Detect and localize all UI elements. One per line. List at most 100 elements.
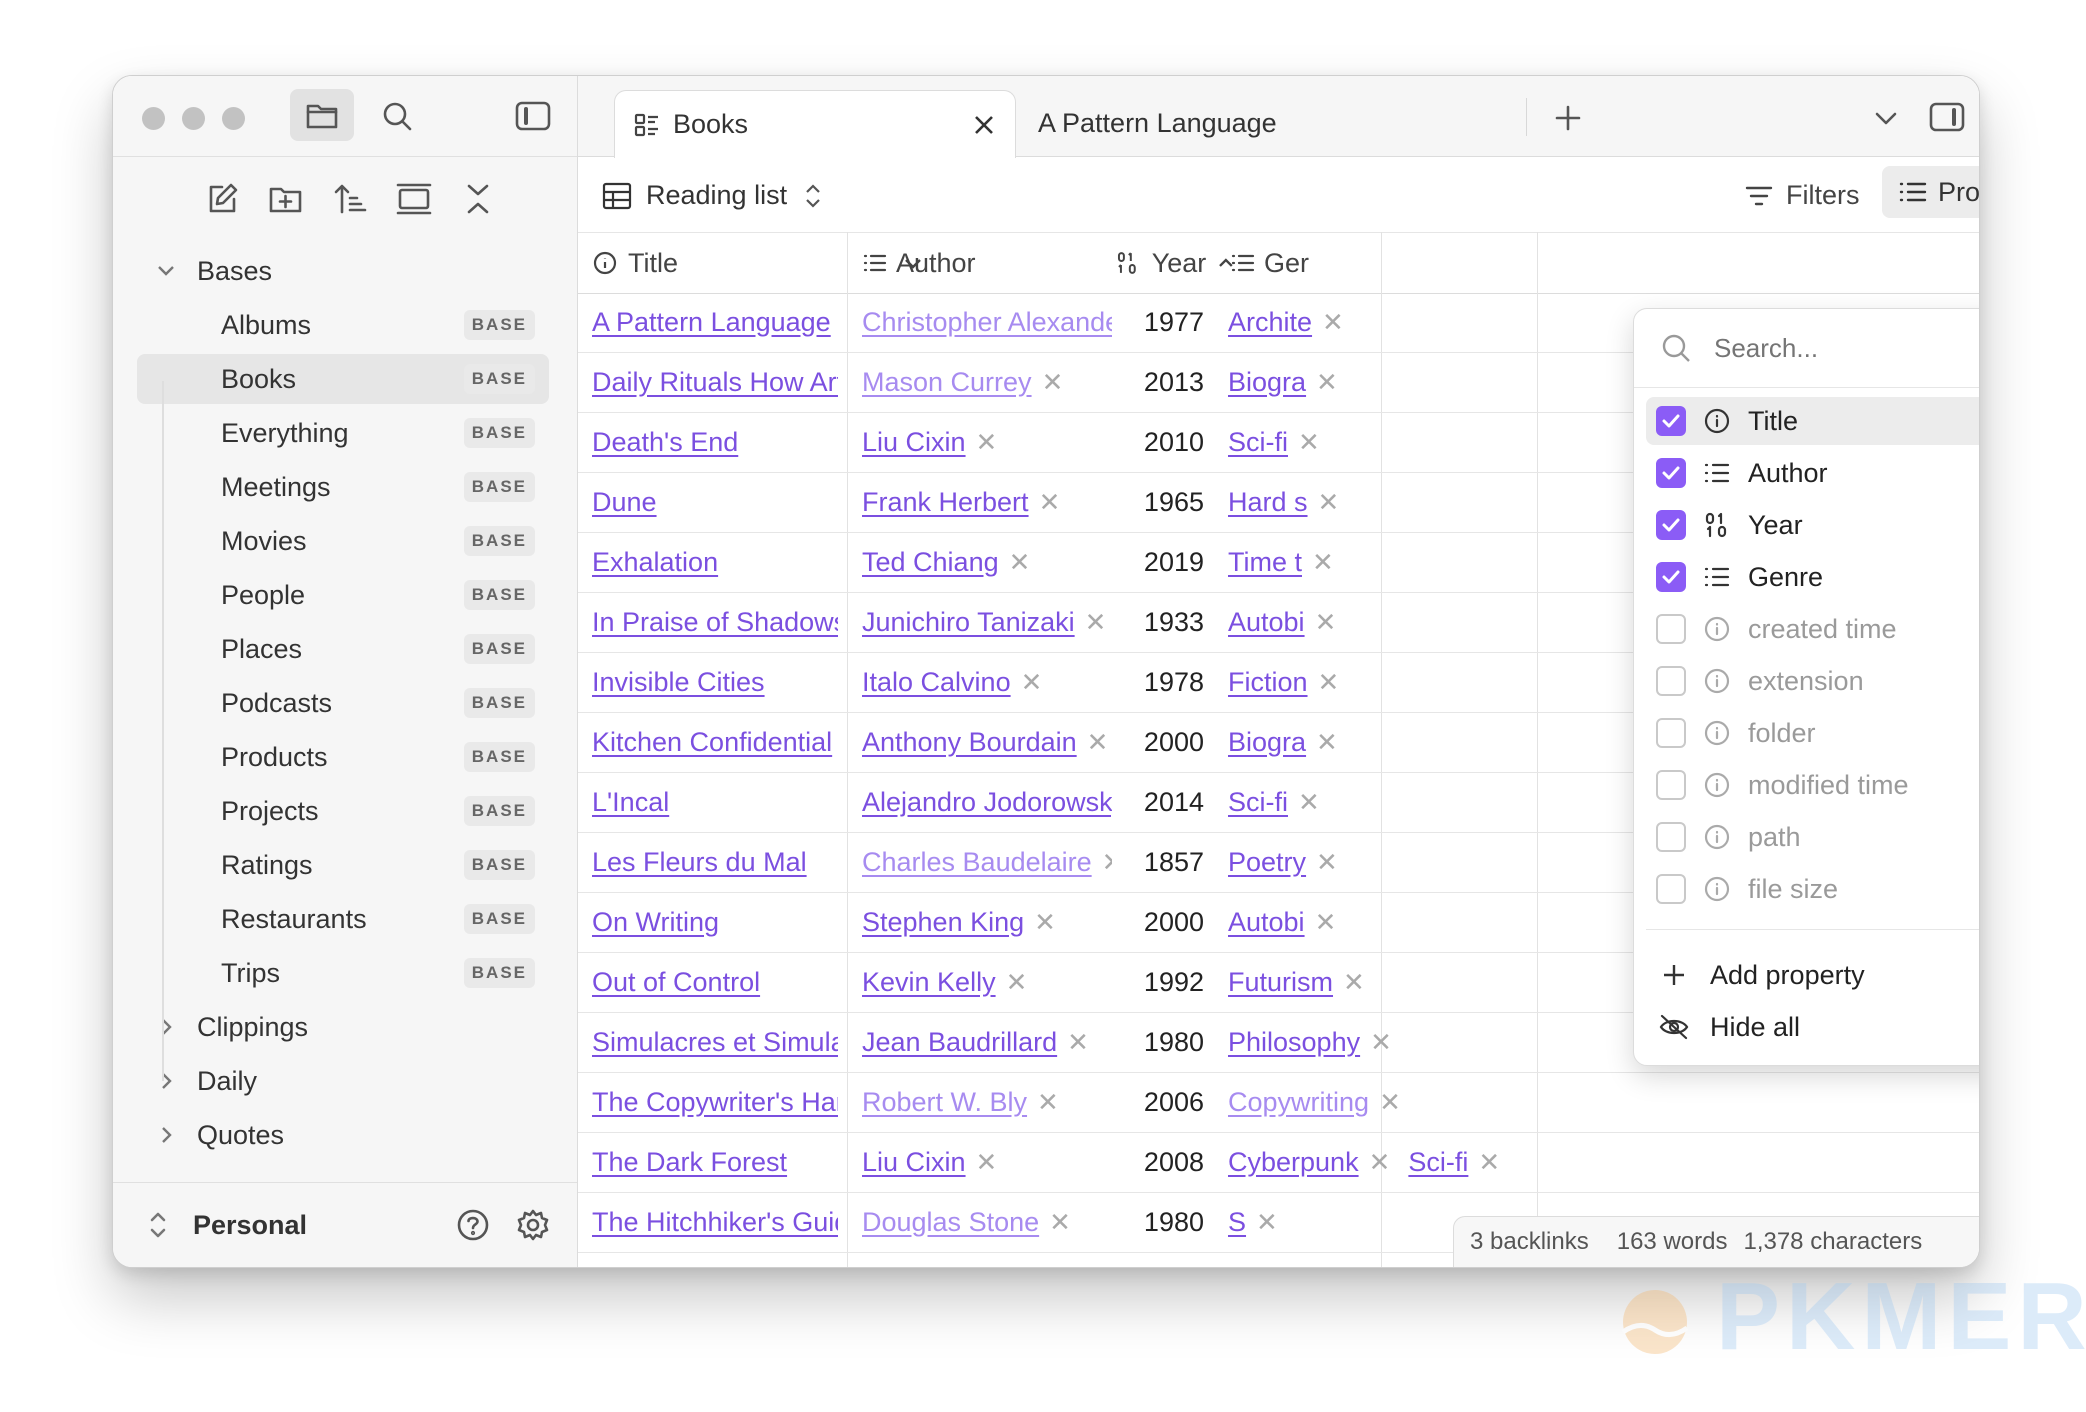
new-tab-button[interactable] [1546, 96, 1590, 140]
title-link[interactable]: Kitchen Confidential [592, 727, 832, 758]
checkbox[interactable] [1656, 458, 1686, 488]
remove-icon[interactable]: ✕ [976, 427, 998, 458]
genre-tag[interactable]: Cyberpunk [1228, 1147, 1359, 1178]
sidebar-item-products[interactable]: Products BASE [137, 732, 549, 782]
title-link[interactable]: L'Incal [592, 787, 669, 818]
author-tag[interactable]: Anthony Bourdain [862, 727, 1077, 758]
remove-icon[interactable]: ✕ [1039, 487, 1061, 518]
author-tag[interactable]: Christopher Alexander [862, 307, 1112, 338]
author-tag[interactable]: Liu Cixin [862, 427, 966, 458]
genre-tag[interactable]: Sci-fi [1228, 427, 1288, 458]
genre-tag[interactable]: Autobi [1228, 907, 1305, 938]
title-link[interactable]: Les Fleurs du Mal [592, 847, 807, 878]
author-tag[interactable]: Mason Currey [862, 367, 1032, 398]
checkbox[interactable] [1656, 718, 1686, 748]
remove-icon[interactable]: ✕ [1009, 547, 1031, 578]
view-switcher[interactable]: Reading list [602, 180, 823, 211]
tab-list-button[interactable] [1864, 96, 1908, 140]
genre-tag[interactable]: Biogra [1228, 727, 1306, 758]
new-folder-button[interactable] [261, 174, 311, 224]
remove-icon[interactable]: ✕ [1006, 967, 1028, 998]
remove-icon[interactable]: ✕ [1370, 1027, 1392, 1058]
remove-icon[interactable]: ✕ [1312, 547, 1334, 578]
tab-a-pattern-language[interactable]: A Pattern Language [1026, 90, 1406, 157]
collapse-all-button[interactable] [453, 174, 503, 224]
genre-tag[interactable]: Hard s [1228, 487, 1308, 518]
author-tag[interactable]: Frank Herbert [862, 487, 1029, 518]
vault-switcher-button[interactable] [143, 1205, 173, 1245]
remove-icon[interactable]: ✕ [1322, 307, 1344, 338]
remove-icon[interactable]: ✕ [1067, 1027, 1089, 1058]
checkbox[interactable] [1656, 874, 1686, 904]
remove-icon[interactable]: ✕ [1316, 727, 1338, 758]
property-item-path[interactable]: path [1646, 813, 1979, 861]
filters-button[interactable]: Filters [1744, 180, 1860, 211]
sort-button[interactable] [325, 174, 375, 224]
title-link[interactable]: Dune [592, 487, 657, 518]
genre-tag[interactable]: Sci-fi [1228, 787, 1288, 818]
title-link[interactable]: Death's End [592, 427, 738, 458]
genre-tag[interactable]: Time t [1228, 547, 1302, 578]
backlinks-count[interactable]: 3 backlinks [1470, 1228, 1589, 1256]
property-item-file-size[interactable]: file size [1646, 865, 1979, 913]
genre-tag[interactable]: Autobi [1228, 607, 1305, 638]
author-tag[interactable]: Ted Chiang [862, 547, 999, 578]
sidebar-item-people[interactable]: People BASE [137, 570, 549, 620]
settings-button[interactable] [511, 1203, 555, 1247]
genre-tag[interactable]: Biogra [1228, 367, 1306, 398]
title-link[interactable]: Invisible Cities [592, 667, 765, 698]
title-link[interactable]: The Hitchhiker's Guide t... [592, 1207, 838, 1238]
auto-reveal-button[interactable] [389, 174, 439, 224]
hide-all-item[interactable]: Hide all [1646, 1003, 1979, 1051]
checkbox[interactable] [1656, 822, 1686, 852]
sidebar-item-places[interactable]: Places BASE [137, 624, 549, 674]
toggle-right-sidebar-button[interactable] [1924, 94, 1970, 140]
checkbox[interactable] [1656, 406, 1686, 436]
sidebar-item-projects[interactable]: Projects BASE [137, 786, 549, 836]
author-tag[interactable]: Kevin Kelly [862, 967, 996, 998]
author-tag[interactable]: Alejandro Jodorowsky [862, 787, 1112, 818]
add-property-item[interactable]: Add property [1646, 951, 1979, 999]
genre-tag[interactable]: Copywriting [1228, 1087, 1369, 1118]
new-note-button[interactable] [197, 174, 247, 224]
vault-name[interactable]: Personal [193, 1210, 451, 1241]
column-header-genre[interactable]: Ger [1230, 233, 1350, 293]
property-item-folder[interactable]: folder [1646, 709, 1979, 757]
sidebar-item-meetings[interactable]: Meetings BASE [137, 462, 549, 512]
sidebar-item-books[interactable]: Books BASE [137, 354, 549, 404]
column-header-year[interactable]: Year [1116, 233, 1236, 293]
remove-icon[interactable]: ✕ [1318, 667, 1340, 698]
remove-icon[interactable]: ✕ [1034, 907, 1056, 938]
genre-tag[interactable]: Philosophy [1228, 1027, 1360, 1058]
remove-icon[interactable]: ✕ [1379, 1087, 1401, 1118]
remove-icon[interactable]: ✕ [1478, 1147, 1500, 1178]
checkbox[interactable] [1656, 770, 1686, 800]
remove-icon[interactable]: ✕ [1042, 367, 1064, 398]
toggle-sidebar-button[interactable] [511, 94, 555, 138]
property-item-title[interactable]: Title [1646, 397, 1979, 445]
sidebar-item-ratings[interactable]: Ratings BASE [137, 840, 549, 890]
remove-icon[interactable]: ✕ [1316, 847, 1338, 878]
sidebar-item-trips[interactable]: Trips BASE [137, 948, 549, 998]
genre-tag[interactable]: Futurism [1228, 967, 1333, 998]
title-link[interactable]: Simulacres et Simulation [592, 1027, 838, 1058]
sidebar-item-everything[interactable]: Everything BASE [137, 408, 549, 458]
property-item-year[interactable]: Year [1646, 501, 1979, 549]
remove-icon[interactable]: ✕ [1049, 1207, 1071, 1238]
window-close-button[interactable] [142, 107, 165, 130]
author-tag[interactable]: Robert W. Bly [862, 1087, 1027, 1118]
author-tag[interactable]: Stephen King [862, 907, 1024, 938]
author-tag[interactable]: Jean Baudrillard [862, 1027, 1057, 1058]
help-button[interactable] [451, 1203, 495, 1247]
author-tag[interactable]: Charles Baudelaire [862, 847, 1092, 878]
property-item-modified-time[interactable]: modified time [1646, 761, 1979, 809]
properties-button[interactable]: Properties [1882, 166, 1979, 218]
remove-icon[interactable]: ✕ [1315, 607, 1337, 638]
title-link[interactable]: In Praise of Shadows [592, 607, 838, 638]
remove-icon[interactable]: ✕ [1298, 427, 1320, 458]
title-link[interactable]: Exhalation [592, 547, 718, 578]
title-link[interactable]: Out of Control [592, 967, 760, 998]
window-zoom-button[interactable] [222, 107, 245, 130]
remove-icon[interactable]: ✕ [976, 1147, 998, 1178]
genre-tag[interactable]: Sci-fi [1408, 1147, 1468, 1178]
